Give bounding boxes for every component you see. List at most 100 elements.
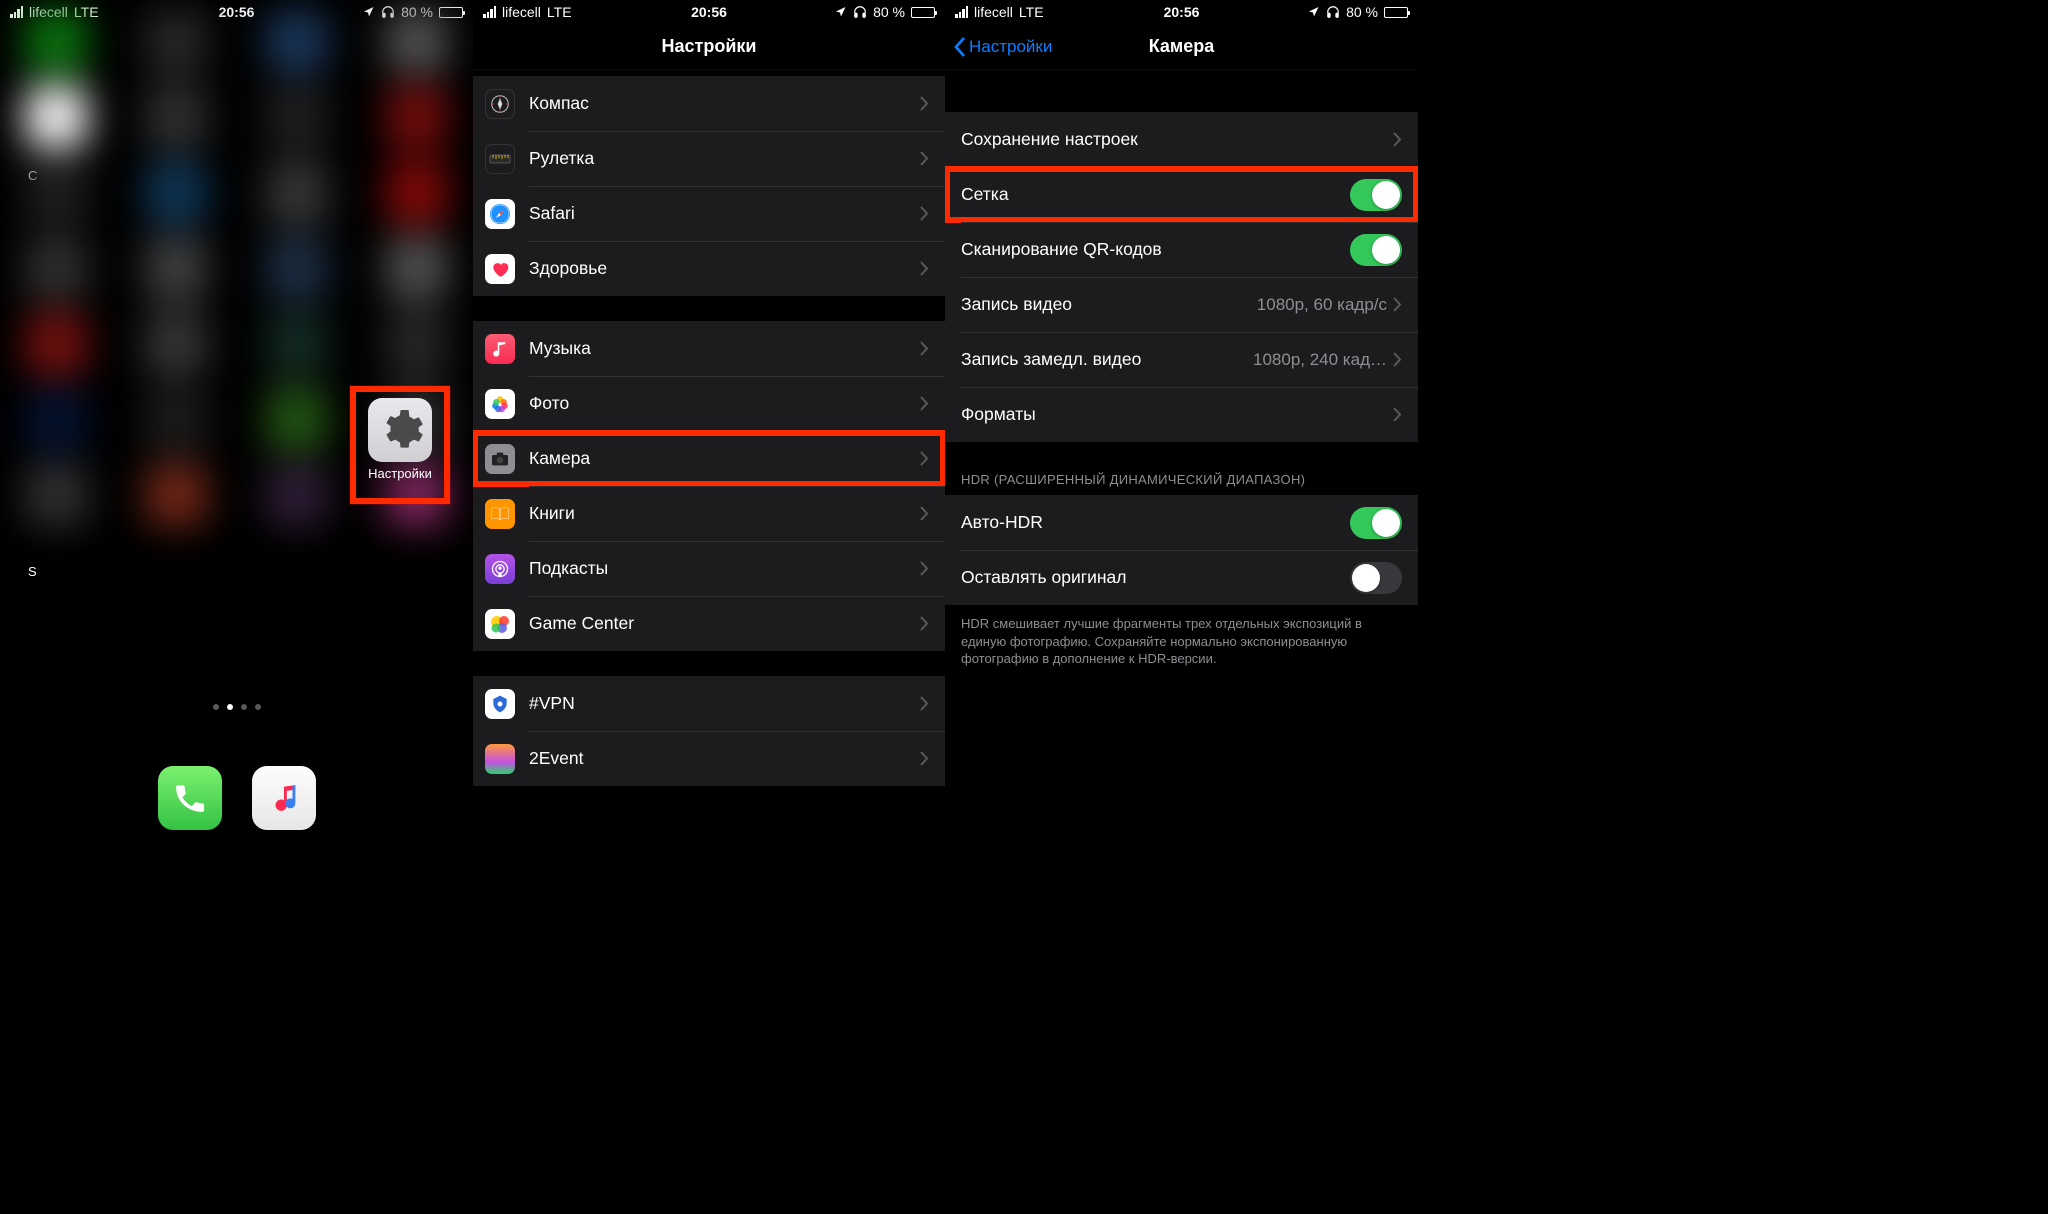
nav-title: Настройки <box>662 36 757 57</box>
row-health[interactable]: Здоровье <box>473 241 945 296</box>
nav-title: Камера <box>1149 36 1215 57</box>
health-icon <box>485 254 515 284</box>
row-label: Game Center <box>529 613 920 634</box>
battery-icon <box>1384 7 1408 18</box>
toggle-qr[interactable] <box>1350 234 1402 266</box>
location-icon <box>835 6 847 18</box>
settings-app-highlighted[interactable]: Настройки <box>350 386 450 504</box>
row-label: Фото <box>529 393 920 414</box>
network-label: LTE <box>547 4 572 20</box>
row-auto-hdr[interactable]: Авто-HDR <box>945 495 1418 550</box>
chevron-right-icon <box>920 261 929 276</box>
chevron-right-icon <box>920 696 929 711</box>
row-record-video[interactable]: Запись видео 1080p, 60 кадр/с <box>945 277 1418 332</box>
settings-app-label: Настройки <box>356 466 444 481</box>
toggle-auto-hdr[interactable] <box>1350 507 1402 539</box>
ruler-icon <box>485 144 515 174</box>
section-header-hdr: HDR (РАСШИРЕННЫЙ ДИНАМИЧЕСКИЙ ДИАПАЗОН) <box>945 442 1418 495</box>
page-indicator[interactable] <box>0 704 473 710</box>
hdr-footer-text: HDR смешивает лучшие фрагменты трех отде… <box>945 605 1418 678</box>
battery-icon <box>911 7 935 18</box>
status-bar: lifecell LTE 20:56 80 % <box>473 0 945 24</box>
row-ruler[interactable]: Рулетка <box>473 131 945 186</box>
vpn-icon <box>485 689 515 719</box>
network-label: LTE <box>1019 4 1044 20</box>
row-compass[interactable]: Компас <box>473 76 945 131</box>
chevron-left-icon <box>953 36 967 58</box>
gear-icon <box>376 406 424 454</box>
row-label: Рулетка <box>529 148 920 169</box>
row-formats[interactable]: Форматы <box>945 387 1418 442</box>
chevron-right-icon <box>920 561 929 576</box>
row-label: Подкасты <box>529 558 920 579</box>
music-icon <box>485 334 515 364</box>
headphones-icon <box>1326 5 1340 19</box>
row-vpn[interactable]: #VPN <box>473 676 945 731</box>
row-keep-normal[interactable]: Оставлять оригинал <box>945 550 1418 605</box>
phone-app-icon[interactable] <box>158 766 222 830</box>
row-value: 1080p, 240 кад… <box>1253 350 1387 370</box>
row-music[interactable]: Музыка <box>473 321 945 376</box>
panel-camera-settings: lifecell LTE 20:56 80 % Настройки Камера… <box>945 0 1418 840</box>
chevron-right-icon <box>1393 132 1402 147</box>
chevron-right-icon <box>1393 407 1402 422</box>
2event-icon <box>485 744 515 774</box>
gamecenter-icon <box>485 609 515 639</box>
row-grid-highlighted[interactable]: Сетка <box>945 167 1418 222</box>
row-label: Сканирование QR-кодов <box>961 239 1350 260</box>
toggle-keep-normal[interactable] <box>1350 562 1402 594</box>
row-label: Камера <box>529 448 920 469</box>
back-button[interactable]: Настройки <box>953 36 1052 58</box>
chevron-right-icon <box>920 206 929 221</box>
row-record-slomo[interactable]: Запись замедл. видео 1080p, 240 кад… <box>945 332 1418 387</box>
row-photos[interactable]: Фото <box>473 376 945 431</box>
compass-icon <box>485 89 515 119</box>
signal-icon <box>955 6 968 18</box>
carrier-label: lifecell <box>502 4 541 20</box>
photos-icon <box>485 389 515 419</box>
chevron-right-icon <box>920 96 929 111</box>
chevron-right-icon <box>1393 297 1402 312</box>
row-value: 1080p, 60 кадр/с <box>1257 295 1387 315</box>
row-label: Оставлять оригинал <box>961 567 1350 588</box>
row-camera-highlighted[interactable]: Камера <box>473 431 945 486</box>
row-label: Авто-HDR <box>961 512 1350 533</box>
chevron-right-icon <box>920 616 929 631</box>
row-books[interactable]: Книги <box>473 486 945 541</box>
settings-app-icon <box>368 398 432 462</box>
podcasts-icon <box>485 554 515 584</box>
row-label: #VPN <box>529 693 920 714</box>
books-icon <box>485 499 515 529</box>
dock <box>0 766 473 830</box>
row-qr-scan[interactable]: Сканирование QR-кодов <box>945 222 1418 277</box>
row-label: Сохранение настроек <box>961 129 1393 150</box>
row-label: Музыка <box>529 338 920 359</box>
signal-icon <box>483 6 496 18</box>
toggle-grid[interactable] <box>1350 179 1402 211</box>
row-2event[interactable]: 2Event <box>473 731 945 786</box>
chevron-right-icon <box>920 451 929 466</box>
music-app-icon[interactable] <box>252 766 316 830</box>
chevron-right-icon <box>920 751 929 766</box>
row-label: Safari <box>529 203 920 224</box>
panel-settings-list: lifecell LTE 20:56 80 % Настройки Компас <box>473 0 945 840</box>
row-label: 2Event <box>529 748 920 769</box>
status-bar: lifecell LTE 20:56 80 % <box>945 0 1418 24</box>
row-label: Здоровье <box>529 258 920 279</box>
row-label: Запись видео <box>961 294 1257 315</box>
battery-pct: 80 % <box>873 4 905 20</box>
carrier-label: lifecell <box>974 4 1013 20</box>
nav-bar: Настройки Камера <box>945 24 1418 70</box>
row-gamecenter[interactable]: Game Center <box>473 596 945 651</box>
settings-list[interactable]: Компас Рулетка Safari Здоровье <box>473 76 945 786</box>
safari-icon <box>485 199 515 229</box>
chevron-right-icon <box>920 341 929 356</box>
back-label: Настройки <box>969 37 1052 57</box>
row-label: Форматы <box>961 404 1393 425</box>
row-podcasts[interactable]: Подкасты <box>473 541 945 596</box>
row-safari[interactable]: Safari <box>473 186 945 241</box>
row-label: Сетка <box>961 184 1350 205</box>
row-preserve-settings[interactable]: Сохранение настроек <box>945 112 1418 167</box>
headphones-icon <box>853 5 867 19</box>
chevron-right-icon <box>920 396 929 411</box>
